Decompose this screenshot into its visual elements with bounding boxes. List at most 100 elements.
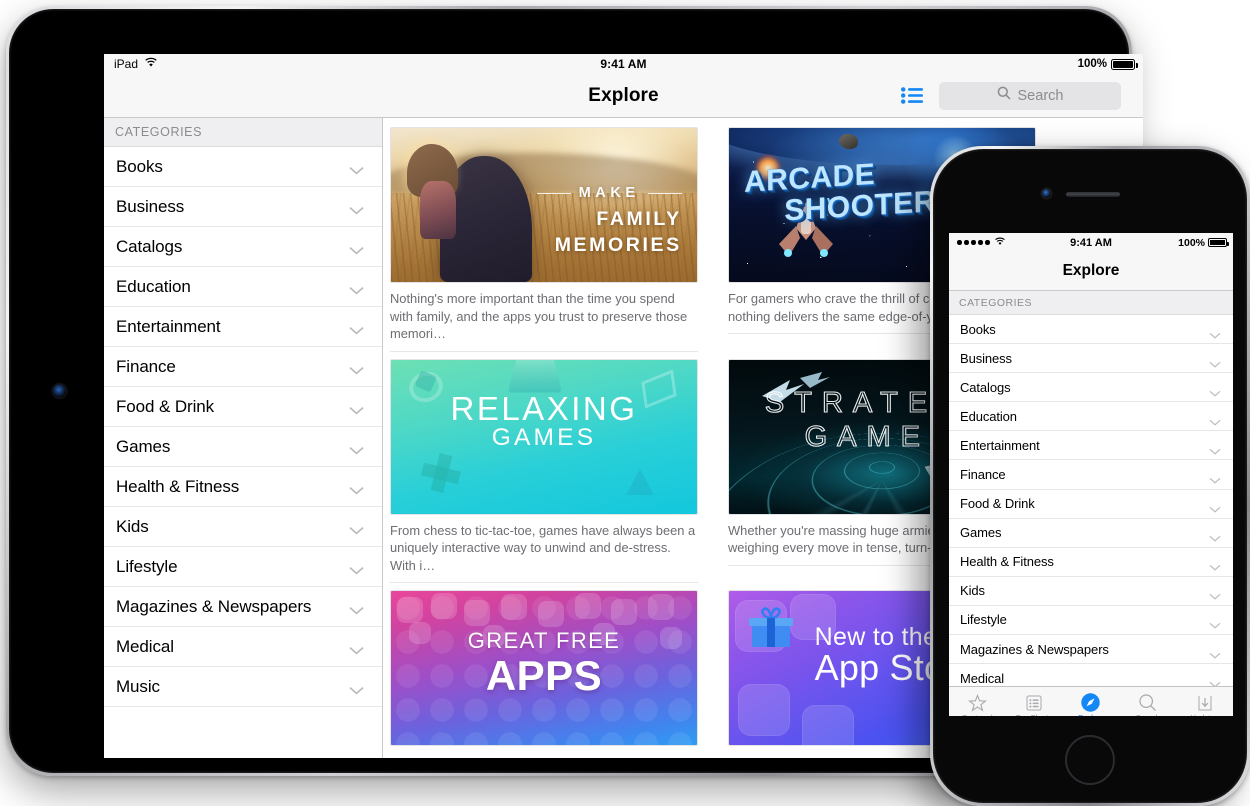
sidebar-item-label: Lifestyle xyxy=(116,556,178,576)
battery-percent: 100% xyxy=(1077,58,1107,70)
sidebar-item-label: Magazines & Newspapers xyxy=(116,596,312,616)
card-artwork-family-memories[interactable]: MAKE FAMILY MEMORIES xyxy=(390,127,698,283)
tab-explore[interactable]: Explore xyxy=(1065,692,1117,717)
battery-icon xyxy=(1208,238,1229,247)
sidebar-item-games[interactable]: Games xyxy=(104,427,382,467)
tab-top-charts[interactable]: Top Charts xyxy=(1008,692,1060,716)
chevron-down-icon xyxy=(1209,529,1221,542)
list-item-health-and-fitness[interactable]: Health & Fitness xyxy=(949,547,1233,577)
tab-featured[interactable]: Featured xyxy=(951,692,1003,717)
sidebar-item-finance[interactable]: Finance xyxy=(104,347,382,387)
home-button[interactable] xyxy=(1065,735,1115,785)
chevron-down-icon xyxy=(349,282,364,295)
chevron-down-icon xyxy=(1209,355,1221,368)
page-title: Explore xyxy=(1062,262,1120,279)
section-header: CATEGORIES xyxy=(949,291,1233,315)
battery-percent: 100% xyxy=(1178,236,1205,249)
sidebar-item-food-and-drink[interactable]: Food & Drink xyxy=(104,387,382,427)
list-item-label: Games xyxy=(960,525,1002,541)
list-item-kids[interactable]: Kids xyxy=(949,576,1233,606)
speaker-grille xyxy=(1066,192,1120,197)
compass-icon xyxy=(1081,692,1101,712)
list-item-games[interactable]: Games xyxy=(949,518,1233,548)
chevron-down-icon xyxy=(349,562,364,575)
categories-sidebar: CATEGORIES Books Business Catalogs Educa… xyxy=(104,118,383,758)
feature-card[interactable]: RELAXING GAMES From chess to tic-tac-toe… xyxy=(390,358,720,583)
sidebar-item-health-and-fitness[interactable]: Health & Fitness xyxy=(104,467,382,507)
sidebar-item-lifestyle[interactable]: Lifestyle xyxy=(104,547,382,587)
list-item-label: Health & Fitness xyxy=(960,554,1054,570)
tab-search[interactable]: Search xyxy=(1122,692,1174,716)
iphone-status-bar: 9:41 AM 100% xyxy=(949,233,1233,252)
sidebar-item-business[interactable]: Business xyxy=(104,187,382,227)
chevron-down-icon xyxy=(1209,675,1221,686)
search-icon xyxy=(997,86,1011,105)
sidebar-item-catalogs[interactable]: Catalogs xyxy=(104,227,382,267)
card-artwork-relaxing-games[interactable]: RELAXING GAMES xyxy=(390,358,698,515)
iphone-bezel: 9:41 AM 100% Explore CATEGORIES Books Bu… xyxy=(933,149,1247,803)
feature-card[interactable]: MAKE FAMILY MEMORIES Nothing's more impo… xyxy=(390,127,720,352)
list-item-finance[interactable]: Finance xyxy=(949,460,1233,490)
sidebar-item-music[interactable]: Music xyxy=(104,667,382,707)
sidebar-item-label: Business xyxy=(116,196,185,216)
list-item-label: Books xyxy=(960,321,996,337)
list-item-education[interactable]: Education xyxy=(949,402,1233,432)
sidebar-item-entertainment[interactable]: Entertainment xyxy=(104,307,382,347)
sidebar-item-education[interactable]: Education xyxy=(104,267,382,307)
tab-label: Featured xyxy=(962,713,992,717)
ipad-nav-bar: Explore Search xyxy=(104,74,1143,118)
sidebar-item-label: Health & Fitness xyxy=(116,476,240,496)
feature-card[interactable]: GREAT FREE APPS xyxy=(390,590,720,758)
tab-updates[interactable]: Updates xyxy=(1179,692,1231,716)
card-art-subtitle: MAKE xyxy=(492,180,682,206)
card-artwork-great-free-apps[interactable]: GREAT FREE APPS xyxy=(390,590,698,746)
sidebar-item-medical[interactable]: Medical xyxy=(104,627,382,667)
chevron-down-icon xyxy=(349,322,364,335)
sidebar-item-label: Food & Drink xyxy=(116,396,215,416)
chevron-down-icon xyxy=(1209,384,1221,397)
chevron-down-icon xyxy=(349,162,364,175)
chevron-down-icon xyxy=(349,682,364,695)
sidebar-item-label: Finance xyxy=(116,356,176,376)
list-item-label: Entertainment xyxy=(960,437,1040,453)
sidebar-item-books[interactable]: Books xyxy=(104,147,382,187)
list-item-business[interactable]: Business xyxy=(949,344,1233,374)
list-item-label: Food & Drink xyxy=(960,496,1035,512)
card-art-subtitle: GAMES xyxy=(491,424,597,452)
categories-list[interactable]: Books Business Catalogs Education Entert… xyxy=(949,315,1233,686)
list-item-magazines-and-newspapers[interactable]: Magazines & Newspapers xyxy=(949,635,1233,665)
chevron-down-icon xyxy=(1209,500,1221,513)
card-caption: Nothing's more important than the time y… xyxy=(390,283,698,352)
iphone-device: 9:41 AM 100% Explore CATEGORIES Books Bu… xyxy=(930,146,1250,806)
list-item-label: Kids xyxy=(960,583,985,599)
list-bullet-icon[interactable] xyxy=(901,87,923,104)
chevron-down-icon xyxy=(349,402,364,415)
sidebar-section-header: CATEGORIES xyxy=(104,118,382,147)
sidebar-item-magazines-and-newspapers[interactable]: Magazines & Newspapers xyxy=(104,587,382,627)
front-camera-icon xyxy=(1042,189,1051,198)
chevron-down-icon xyxy=(349,482,364,495)
iphone-screen: 9:41 AM 100% Explore CATEGORIES Books Bu… xyxy=(949,233,1233,716)
sidebar-item-kids[interactable]: Kids xyxy=(104,507,382,547)
tab-label: Explore xyxy=(1078,713,1104,717)
list-item-label: Lifestyle xyxy=(960,612,1007,628)
chevron-down-icon xyxy=(1209,646,1221,659)
chevron-down-icon xyxy=(349,602,364,615)
gift-box-icon xyxy=(744,605,798,649)
list-ordered-icon xyxy=(1025,692,1043,712)
card-art-subtitle: GREAT FREE xyxy=(467,627,621,653)
search-placeholder: Search xyxy=(1017,87,1064,104)
list-item-books[interactable]: Books xyxy=(949,315,1233,345)
list-item-food-and-drink[interactable]: Food & Drink xyxy=(949,489,1233,519)
list-item-medical[interactable]: Medical xyxy=(949,664,1233,686)
chevron-down-icon xyxy=(349,362,364,375)
sidebar-item-label: Medical xyxy=(116,636,174,656)
list-item-catalogs[interactable]: Catalogs xyxy=(949,373,1233,403)
search-input[interactable]: Search xyxy=(939,81,1121,110)
list-item-entertainment[interactable]: Entertainment xyxy=(949,431,1233,461)
list-item-lifestyle[interactable]: Lifestyle xyxy=(949,605,1233,636)
chevron-down-icon xyxy=(1209,558,1221,571)
download-icon xyxy=(1196,692,1214,712)
chevron-down-icon xyxy=(1209,326,1221,339)
screenshot-stage: iPad 9:41 AM 100% Explore Search CATEGOR… xyxy=(0,0,1250,806)
